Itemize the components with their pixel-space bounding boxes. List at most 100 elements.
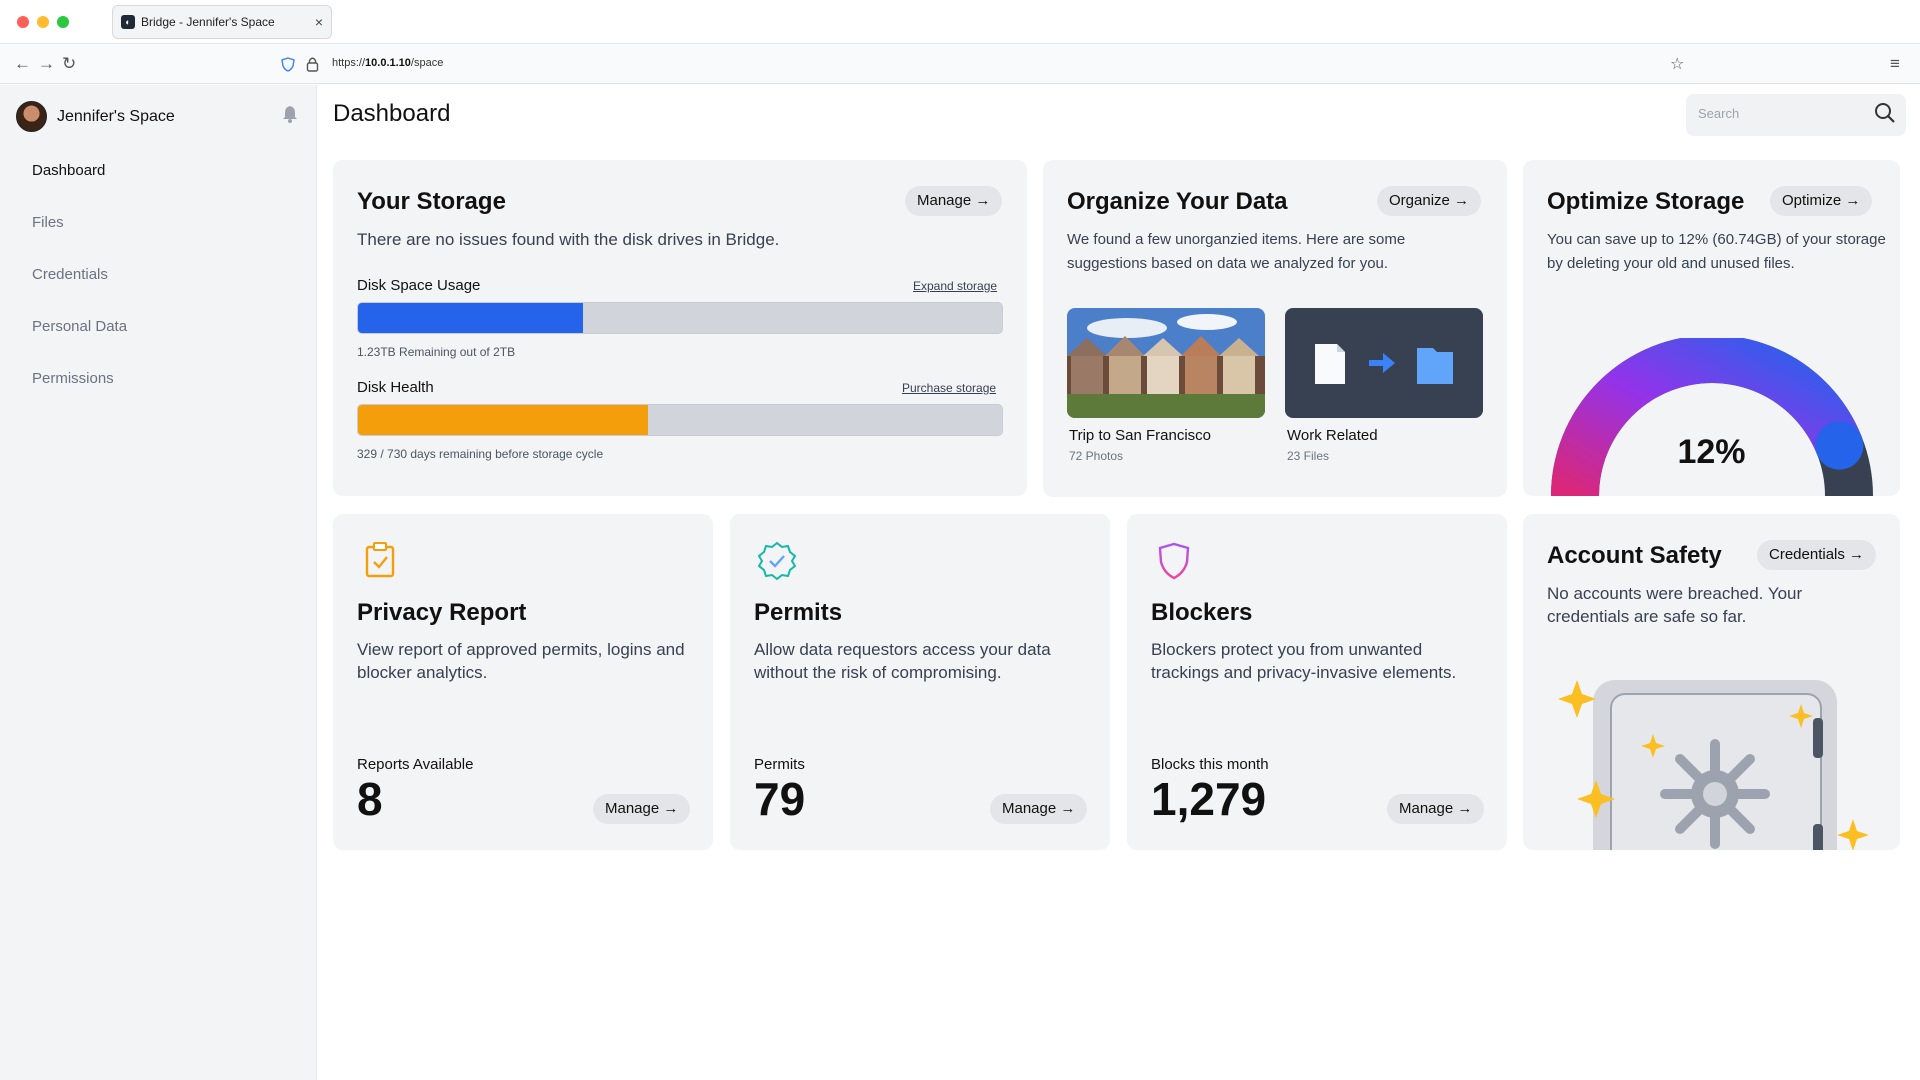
optimize-title: Optimize Storage xyxy=(1547,188,1745,215)
storage-manage-label: Manage xyxy=(917,192,972,209)
bridge-logo-icon: ◐ xyxy=(121,15,135,29)
permits-count-value: 79 xyxy=(754,773,806,825)
storage-card: Your Storage Manage → There are no issue… xyxy=(333,160,1027,496)
sidebar-item-credentials[interactable]: Credentials xyxy=(32,265,127,317)
clipboard-check-icon xyxy=(365,542,395,578)
space-name: Jennifer's Space xyxy=(57,107,175,125)
organize-item-title: Work Related xyxy=(1287,427,1378,444)
reports-available-label: Reports Available xyxy=(357,756,474,773)
disk-health-progress-fill xyxy=(358,405,648,435)
forward-icon[interactable]: → xyxy=(38,54,55,74)
arrow-right-icon: → xyxy=(1845,192,1861,209)
tab-title: Bridge - Jennifer's Space xyxy=(141,15,275,29)
url-scheme: https:// xyxy=(332,57,366,69)
minimize-window-button[interactable] xyxy=(37,16,49,28)
url-field[interactable]: https://10.0.1.10/space xyxy=(332,57,443,69)
sidebar-item-dashboard[interactable]: Dashboard xyxy=(32,161,127,213)
disk-space-progress-fill xyxy=(358,303,584,333)
optimize-button[interactable]: Optimize → xyxy=(1770,186,1873,216)
maximize-window-button[interactable] xyxy=(57,16,69,28)
organize-card: Organize Your Data Organize → We found a… xyxy=(1043,160,1507,497)
organize-description: We found a few unorganzied items. Here a… xyxy=(1067,231,1406,272)
blockers-card: Blockers Blockers protect you from unwan… xyxy=(1127,514,1507,850)
search-icon[interactable] xyxy=(1874,102,1896,124)
arrow-right-icon: → xyxy=(1849,546,1865,563)
sidebar: Jennifer's Space Dashboard Files Credent… xyxy=(0,85,317,1080)
privacy-report-description: View report of approved permits, logins … xyxy=(357,640,685,682)
disk-space-label: Disk Space Usage xyxy=(357,277,481,294)
shield-tracking-icon[interactable] xyxy=(281,57,295,72)
sidebar-item-files[interactable]: Files xyxy=(32,213,127,265)
blockers-manage-button[interactable]: Manage → xyxy=(1387,794,1485,824)
reports-available-value: 8 xyxy=(357,773,383,825)
url-path: /space xyxy=(410,57,444,69)
close-window-button[interactable] xyxy=(17,16,29,28)
permits-card: Permits Allow data requestors access you… xyxy=(730,514,1110,850)
houses-photo xyxy=(1067,308,1265,418)
san-francisco-photo-thumbnail[interactable] xyxy=(1067,308,1265,418)
credentials-button[interactable]: Credentials → xyxy=(1757,540,1877,570)
purchase-storage-link[interactable]: Purchase storage xyxy=(902,381,996,395)
hamburger-menu-icon[interactable]: ≡ xyxy=(1890,54,1900,74)
blockers-description: Blockers protect you from unwanted track… xyxy=(1151,640,1457,682)
expand-storage-link[interactable]: Expand storage xyxy=(913,279,997,293)
privacy-manage-button[interactable]: Manage → xyxy=(593,794,691,824)
back-icon[interactable]: ← xyxy=(14,54,31,74)
optimize-card: Optimize Storage Optimize → You can save… xyxy=(1523,160,1900,496)
arrow-right-icon: → xyxy=(1454,192,1470,209)
disk-health-label: Disk Health xyxy=(357,379,434,396)
blocks-this-month-label: Blocks this month xyxy=(1151,756,1269,773)
blockers-manage-label: Manage xyxy=(1399,800,1454,817)
organize-item-count: 23 Files xyxy=(1287,449,1330,463)
permits-count-label: Permits xyxy=(754,756,805,773)
badge-check-icon xyxy=(757,541,797,581)
blockers-title: Blockers xyxy=(1151,599,1253,626)
organize-item-count: 72 Photos xyxy=(1069,449,1124,463)
notification-bell-icon[interactable] xyxy=(282,105,298,123)
organize-title: Organize Your Data xyxy=(1067,188,1288,215)
disk-space-note: 1.23TB Remaining out of 2TB xyxy=(357,345,516,359)
storage-gauge xyxy=(1551,338,1873,496)
account-safety-description: No accounts were breached. Your credenti… xyxy=(1547,584,1803,626)
page-title: Dashboard xyxy=(333,100,451,127)
work-related-thumbnail[interactable] xyxy=(1285,308,1483,418)
optimize-label: Optimize xyxy=(1782,192,1842,209)
file-to-folder-icon xyxy=(1315,344,1453,384)
bookmark-star-icon[interactable]: ☆ xyxy=(1670,54,1684,74)
arrow-right-icon: → xyxy=(1060,800,1076,817)
close-tab-icon[interactable]: × xyxy=(315,14,323,30)
arrow-right-icon: → xyxy=(1457,800,1473,817)
search-input[interactable]: Search xyxy=(1686,94,1906,136)
lock-icon[interactable] xyxy=(306,56,319,72)
permits-title: Permits xyxy=(754,599,843,626)
blocks-this-month-value: 1,279 xyxy=(1151,773,1267,825)
privacy-manage-label: Manage xyxy=(605,800,660,817)
disk-health-note: 329 / 730 days remaining before storage … xyxy=(357,447,604,461)
reload-icon[interactable]: ↻ xyxy=(62,54,76,74)
storage-manage-button[interactable]: Manage → xyxy=(905,186,1003,216)
organize-item-title: Trip to San Francisco xyxy=(1069,427,1211,444)
disk-health-progress xyxy=(357,404,1003,436)
account-safety-title: Account Safety xyxy=(1547,542,1722,569)
profile[interactable]: Jennifer's Space xyxy=(16,101,175,132)
organize-label: Organize xyxy=(1389,192,1450,209)
organize-button[interactable]: Organize → xyxy=(1377,186,1482,216)
sidebar-menu: Dashboard Files Credentials Personal Dat… xyxy=(32,161,127,421)
gauge-percent: 12% xyxy=(1677,433,1746,471)
optimize-description: You can save up to 12% (60.74GB) of your… xyxy=(1547,231,1886,272)
storage-description: There are no issues found with the disk … xyxy=(357,230,780,249)
sidebar-item-personal-data[interactable]: Personal Data xyxy=(32,317,127,369)
privacy-report-title: Privacy Report xyxy=(357,599,527,626)
browser-tab[interactable]: ◐ Bridge - Jennifer's Space × xyxy=(112,5,332,39)
disk-space-progress xyxy=(357,302,1003,334)
sidebar-item-permissions[interactable]: Permissions xyxy=(32,369,127,421)
safe-vault-illustration xyxy=(1558,680,1869,850)
search-placeholder: Search xyxy=(1698,106,1740,121)
arrow-right-icon: → xyxy=(663,800,679,817)
credentials-label: Credentials xyxy=(1769,546,1845,563)
url-host: 10.0.1.10 xyxy=(365,57,411,69)
permits-manage-button[interactable]: Manage → xyxy=(990,794,1088,824)
gauge-fill xyxy=(1551,338,1862,496)
storage-title: Your Storage xyxy=(357,188,506,215)
permits-manage-label: Manage xyxy=(1002,800,1057,817)
